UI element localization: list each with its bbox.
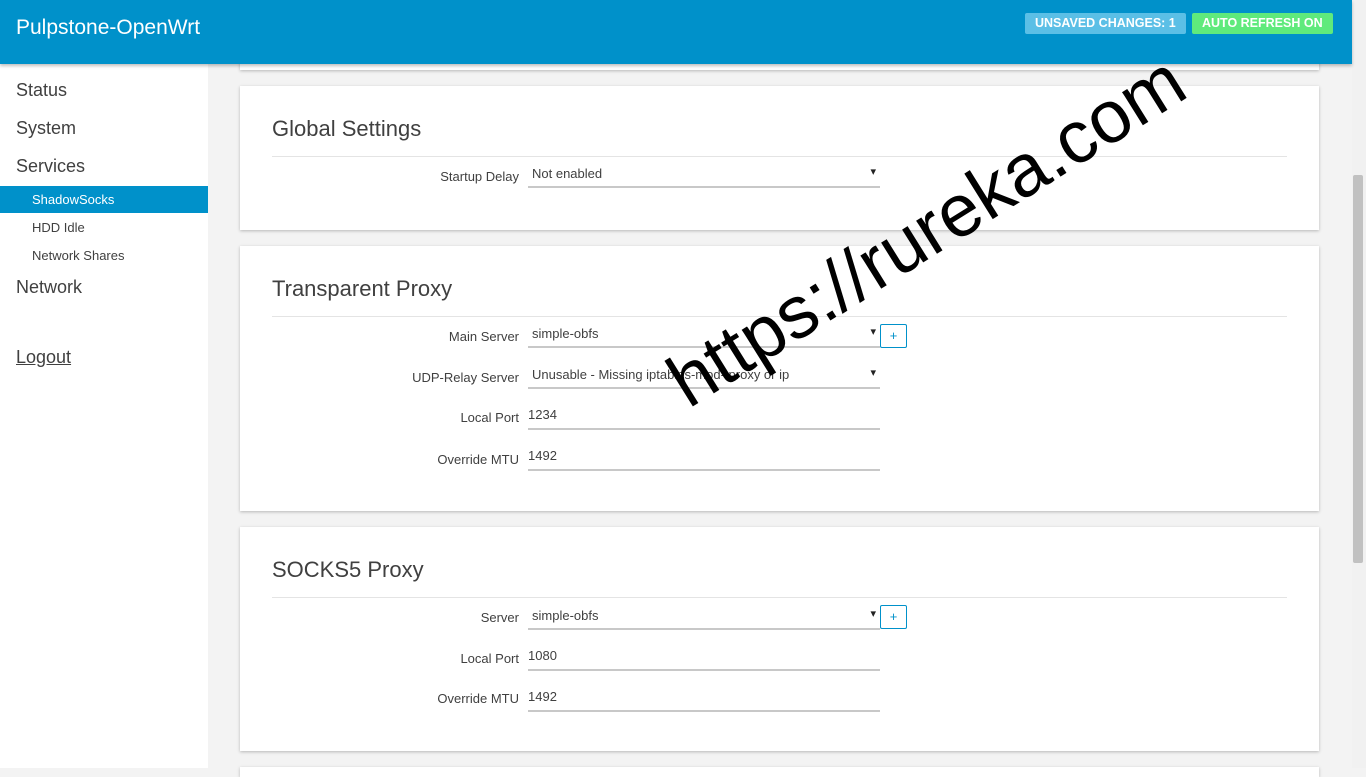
caret-down-icon: ▾ <box>870 166 876 178</box>
next-section-card <box>240 767 1319 777</box>
sidebar-item-network-shares[interactable]: Network Shares <box>0 242 208 269</box>
sidebar: Status System Services ShadowSocks HDD I… <box>0 64 208 768</box>
sidebar-item-status[interactable]: Status <box>16 80 67 101</box>
section-divider <box>272 597 1287 598</box>
add-main-server-button[interactable]: + <box>880 324 907 348</box>
brand-title[interactable]: Pulpstone-OpenWrt <box>16 16 200 40</box>
caret-down-icon: ▾ <box>870 608 876 620</box>
local-port-label: Local Port <box>460 410 519 425</box>
input-value: 1492 <box>528 448 557 463</box>
sidebar-item-network[interactable]: Network <box>16 277 82 298</box>
sidebar-item-hdd-idle[interactable]: HDD Idle <box>0 214 208 241</box>
caret-down-icon: ▾ <box>870 326 876 338</box>
input-value: 1080 <box>528 648 557 663</box>
socks5-local-port-input[interactable]: 1080 <box>528 645 880 671</box>
server-label: Server <box>480 610 519 625</box>
input-value: 1234 <box>528 407 557 422</box>
select-value: simple-obfs <box>532 608 599 623</box>
section-title: Global Settings <box>272 116 422 141</box>
section-title: Transparent Proxy <box>272 276 453 301</box>
caret-down-icon: ▾ <box>870 367 876 379</box>
startup-delay-select[interactable]: Not enabled ▾ <box>528 162 880 188</box>
section-title: SOCKS5 Proxy <box>272 557 424 582</box>
startup-delay-label: Startup Delay <box>440 169 519 184</box>
udp-relay-label: UDP-Relay Server <box>412 370 519 385</box>
select-value: Not enabled <box>532 166 603 181</box>
scrollbar-thumb[interactable] <box>1353 175 1363 563</box>
sidebar-item-shadowsocks[interactable]: ShadowSocks <box>0 186 208 213</box>
select-value: simple-obfs <box>532 326 599 341</box>
logout-link[interactable]: Logout <box>16 347 71 368</box>
sidebar-item-services[interactable]: Services <box>16 156 85 177</box>
socks5-override-mtu-input[interactable]: 1492 <box>528 686 880 712</box>
local-port-label: Local Port <box>460 651 519 666</box>
main-server-label: Main Server <box>448 329 519 344</box>
override-mtu-label: Override MTU <box>437 691 519 706</box>
socks5-proxy-card: SOCKS5 Proxy Server simple-obfs ▾ + Loca… <box>240 527 1319 751</box>
socks5-server-select[interactable]: simple-obfs ▾ <box>528 604 880 630</box>
unsaved-changes-badge[interactable]: UNSAVED CHANGES: 1 <box>1025 13 1186 34</box>
sidebar-item-system[interactable]: System <box>16 118 76 139</box>
override-mtu-label: Override MTU <box>437 452 519 467</box>
section-divider <box>272 156 1287 157</box>
auto-refresh-badge[interactable]: AUTO REFRESH ON <box>1192 13 1333 34</box>
input-value: 1492 <box>528 689 557 704</box>
override-mtu-input[interactable]: 1492 <box>528 445 880 471</box>
add-socks5-server-button[interactable]: + <box>880 605 907 629</box>
